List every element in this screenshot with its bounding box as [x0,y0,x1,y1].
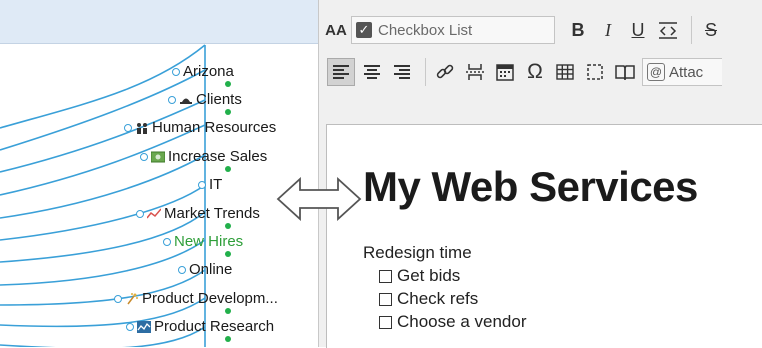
money-icon [151,151,165,163]
node-dot [225,166,231,172]
align-right-button[interactable] [389,59,415,85]
mindmap-node-increase-sales[interactable]: Increase Sales [140,148,267,166]
underline-button[interactable]: U [625,17,651,43]
double-arrow-icon [276,177,362,221]
node-connector-icon [172,68,180,76]
node-dot [225,308,231,314]
mindmap-node-online[interactable]: Online [178,261,232,279]
mindmap-node-arizona[interactable]: Arizona [172,63,234,81]
checklist-item[interactable]: Choose a vendor [379,312,526,332]
node-dot [225,251,231,257]
node-connector-icon [168,96,176,104]
people-icon [137,123,147,134]
document-title[interactable]: My Web Services [363,163,698,211]
node-connector-icon [140,153,148,161]
align-right-icon [394,65,410,79]
checkbox-icon[interactable] [379,269,392,283]
link-button[interactable] [432,59,458,85]
font-size-button[interactable]: AA [325,17,347,43]
checkbox-icon[interactable] [379,315,392,329]
checklist-item[interactable]: Get bids [379,266,460,286]
paperclip-icon: @ [647,63,665,81]
italic-button[interactable]: I [595,17,621,43]
node-connector-icon [126,323,134,331]
checkbox-icon: ✓ [356,22,372,38]
checklist-item[interactable]: Check refs [379,289,478,309]
insert-toolbar: Ω @ Attac [319,52,762,92]
page-break-icon [466,64,484,80]
mindmap-node-human-resources[interactable]: Human Resources [124,119,276,137]
document-canvas[interactable]: My Web Services Redesign time Get bids C… [326,124,762,348]
hat-icon [180,98,192,104]
node-dot [225,109,231,115]
align-center-icon [364,65,380,79]
node-connector-icon [114,295,122,303]
align-left-button[interactable] [327,58,355,86]
calendar-icon [496,64,514,81]
symbol-button[interactable]: Ω [522,59,548,85]
node-dot [225,81,231,87]
mindmap-node-product-development[interactable]: Product Developm... [114,290,278,308]
node-connector-icon [124,124,132,132]
code-button[interactable] [655,17,681,43]
align-left-icon [333,65,349,79]
sparkle-icon [127,293,138,305]
frame-button[interactable] [582,59,608,85]
book-icon [615,65,635,80]
toolbar-separator [691,16,692,44]
trend-icon [147,208,161,219]
frame-icon [587,64,603,80]
align-center-button[interactable] [359,59,385,85]
code-icon [659,22,677,39]
node-connector-icon [198,181,206,189]
book-button[interactable] [612,59,638,85]
strikethrough-button[interactable]: S [698,17,724,43]
mindmap-node-it[interactable]: IT [198,176,222,194]
mindmap-node-market-trends[interactable]: Market Trends [136,205,260,223]
paragraph-style-select[interactable]: ✓ Checkbox List [351,16,555,44]
page-break-button[interactable] [462,59,488,85]
calendar-button[interactable] [492,59,518,85]
attach-button[interactable]: @ Attac [642,58,722,86]
node-connector-icon [136,210,144,218]
toolbar-separator [425,58,426,86]
chart-icon [137,321,151,333]
mindmap-node-product-research[interactable]: Product Research [126,318,274,336]
node-connector-icon [163,238,171,246]
document-subtitle[interactable]: Redesign time [363,243,472,263]
formatting-toolbar: AA ✓ Checkbox List B I U S [319,10,762,50]
link-icon [436,64,454,79]
mindmap-pane: Arizona Clients Human Resources Increase… [0,0,318,347]
checkbox-icon[interactable] [379,292,392,306]
bold-button[interactable]: B [565,17,591,43]
table-icon [556,64,574,80]
mindmap-node-clients[interactable]: Clients [168,91,242,109]
mindmap-node-new-hires[interactable]: New Hires [163,233,243,251]
node-connector-icon [178,266,186,274]
node-dot [225,223,231,229]
table-button[interactable] [552,59,578,85]
node-dot [225,336,231,342]
